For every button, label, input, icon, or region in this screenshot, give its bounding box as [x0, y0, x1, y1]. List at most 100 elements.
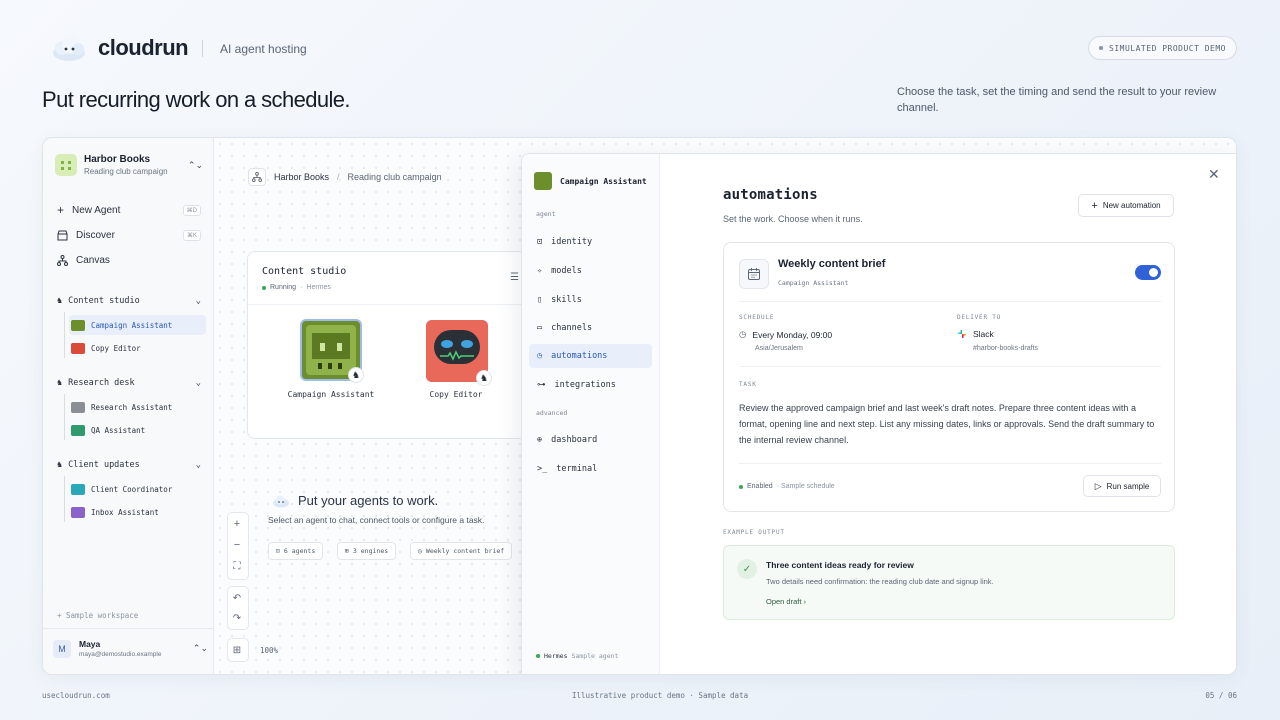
panel-title: automations	[723, 187, 818, 203]
footer-url[interactable]: usecloudrun.com	[42, 691, 110, 700]
zoom-level: 100%	[260, 646, 279, 655]
chevron-down-icon: ⌄	[195, 378, 201, 388]
breadcrumb: Harbor Books / Reading club campaign	[248, 168, 442, 186]
team-card[interactable]: Content studio Running · Hermes ☰ ♞ Campai…	[247, 251, 528, 439]
undo-icon[interactable]: ↶	[227, 588, 247, 608]
zoom-out-button[interactable]: −	[227, 535, 247, 555]
sidebar-item-client-coordinator[interactable]: Client Coordinator	[69, 479, 206, 499]
deliver-value[interactable]: Slack	[957, 329, 994, 339]
avatar	[71, 342, 85, 354]
example-title: Three content ideas ready for review	[766, 560, 914, 570]
grid-icon[interactable]: ⊞	[227, 640, 247, 660]
run-sample-button[interactable]: ▷ Run sample	[1083, 475, 1161, 497]
user-email: maya@demostudio.example	[79, 651, 162, 658]
hermes-badge-icon: ♞	[476, 370, 492, 386]
avatar	[71, 319, 85, 331]
schedule-value[interactable]: ◷ Every Monday, 09:00	[739, 329, 832, 340]
group-research-desk[interactable]: ♞ Research desk ⌄	[57, 375, 201, 391]
task-text: Review the approved campaign brief and l…	[739, 403, 1155, 445]
workspace-switcher[interactable]: Harbor Books Reading club campaign ⌃⌄	[55, 152, 203, 178]
redo-icon[interactable]: ↷	[227, 608, 247, 628]
example-subtitle: Two details need confirmation: the readi…	[766, 577, 994, 586]
book-icon: ▯	[537, 295, 543, 305]
clock-icon: ◷	[739, 329, 747, 339]
fit-view-icon[interactable]: ⛶	[227, 556, 247, 576]
example-output-label: EXAMPLE OUTPUT	[723, 529, 785, 536]
page-subtitle: Choose the task, set the timing and send…	[897, 86, 1217, 114]
workspace-name: Harbor Books	[84, 154, 151, 165]
chevron-updown-icon: ⌃⌄	[192, 643, 208, 653]
calendar-icon	[739, 259, 769, 289]
user-menu[interactable]: M Maya maya@demostudio.example ⌃⌄	[53, 639, 208, 658]
robot-icon: ⊡	[276, 547, 280, 555]
nav-integrations[interactable]: ⊶ integrations	[529, 373, 652, 397]
sidebar-item-inbox-assistant[interactable]: Inbox Assistant	[69, 502, 206, 522]
store-icon	[57, 230, 68, 240]
chevron-down-icon: ⌄	[195, 460, 201, 470]
agent-label: Campaign Assistant	[287, 390, 375, 399]
task-label: TASK	[739, 381, 757, 388]
play-icon: ▷	[1094, 480, 1102, 491]
team-status: Running · Hermes	[262, 284, 331, 291]
group-content-studio[interactable]: ♞ Content studio ⌄	[57, 293, 201, 309]
sparkle-icon: ✧	[537, 266, 543, 276]
agents-icon: ♞	[57, 378, 63, 388]
chevron-updown-icon: ⌃⌄	[187, 159, 203, 170]
sidebar-item-research-assistant[interactable]: Research Assistant	[69, 397, 206, 417]
new-automation-button[interactable]: + New automation	[1078, 194, 1174, 217]
automation-status: Enabled · Sample schedule	[739, 483, 835, 490]
sample-workspace-note: + Sample workspace	[57, 611, 139, 620]
sidebar-item-campaign-assistant[interactable]: Campaign Assistant	[69, 315, 206, 335]
panel-subtitle: Set the work. Choose when it runs.	[723, 214, 863, 224]
avatar	[71, 483, 85, 495]
nav-terminal[interactable]: >_ terminal	[529, 457, 652, 481]
avatar	[71, 506, 85, 518]
team-title: Content studio	[262, 266, 347, 277]
campaign-assistant-avatar[interactable]: ♞	[300, 319, 364, 383]
breadcrumb-item[interactable]: Reading club campaign	[348, 172, 442, 182]
plug-icon: ⊶	[537, 380, 546, 390]
settings-sliders-icon[interactable]: ☰	[510, 272, 519, 283]
chevron-down-icon: ⌄	[195, 296, 201, 306]
discover-button[interactable]: Discover ⌘K	[57, 226, 201, 244]
chip-schedule[interactable]: ◷ Weekly content brief	[410, 542, 513, 560]
sidebar-item-qa-assistant[interactable]: QA Assistant	[69, 420, 206, 440]
workspace-logo-icon	[55, 154, 77, 176]
open-draft-link[interactable]: Open draft ›	[766, 597, 806, 606]
breadcrumb-item[interactable]: Harbor Books	[274, 172, 329, 182]
network-icon	[248, 168, 266, 186]
automation-enabled-toggle[interactable]	[1135, 265, 1161, 280]
sidebar-item-copy-editor[interactable]: Copy Editor	[69, 338, 206, 358]
automation-agent: Campaign Assistant	[778, 279, 849, 287]
chip-agents[interactable]: ⊡ 6 agents	[268, 542, 324, 560]
group-client-updates[interactable]: ♞ Client updates ⌄	[57, 457, 201, 473]
nav-identity[interactable]: ⊡ identity	[529, 230, 652, 254]
workspace-subtitle: Reading club campaign	[84, 167, 168, 176]
agents-icon: ♞	[57, 296, 63, 306]
deliver-label: DELIVER TO	[957, 314, 1002, 321]
canvas-button[interactable]: Canvas	[57, 251, 201, 269]
nav-models[interactable]: ✧ models	[529, 259, 652, 283]
network-icon	[57, 254, 68, 266]
new-agent-button[interactable]: + New Agent ⌘D	[57, 201, 201, 219]
close-icon[interactable]: ✕	[1208, 166, 1220, 183]
check-icon: ✓	[737, 559, 757, 579]
schedule-label: SCHEDULE	[739, 314, 775, 321]
section-label: advanced	[536, 409, 568, 417]
agent-settings-nav: Campaign Assistant agent ⊡ identity ✧ mode…	[522, 154, 660, 674]
channel: #harbor-books-drafts	[973, 345, 1038, 352]
nav-dashboard[interactable]: ⊕ dashboard	[529, 428, 652, 452]
copy-editor-avatar[interactable]: ♞	[426, 320, 492, 386]
nav-automations[interactable]: ◷ automations	[529, 344, 652, 368]
nav-skills[interactable]: ▯ skills	[529, 288, 652, 312]
nav-channels[interactable]: ▭ channels	[529, 316, 652, 340]
zoom-in-button[interactable]: +	[227, 514, 247, 534]
empty-state-subtitle: Select an agent to chat, connect tools o…	[268, 515, 485, 525]
terminal-icon: >_	[537, 464, 548, 474]
chat-icon: ▭	[537, 323, 543, 333]
avatar: M	[53, 639, 71, 658]
empty-state-title: Put your agents to work.	[272, 493, 438, 508]
clock-icon: ◷	[418, 547, 422, 555]
hermes-badge-icon: ♞	[348, 367, 364, 383]
chip-engines[interactable]: ⊞ 3 engines	[337, 542, 397, 560]
